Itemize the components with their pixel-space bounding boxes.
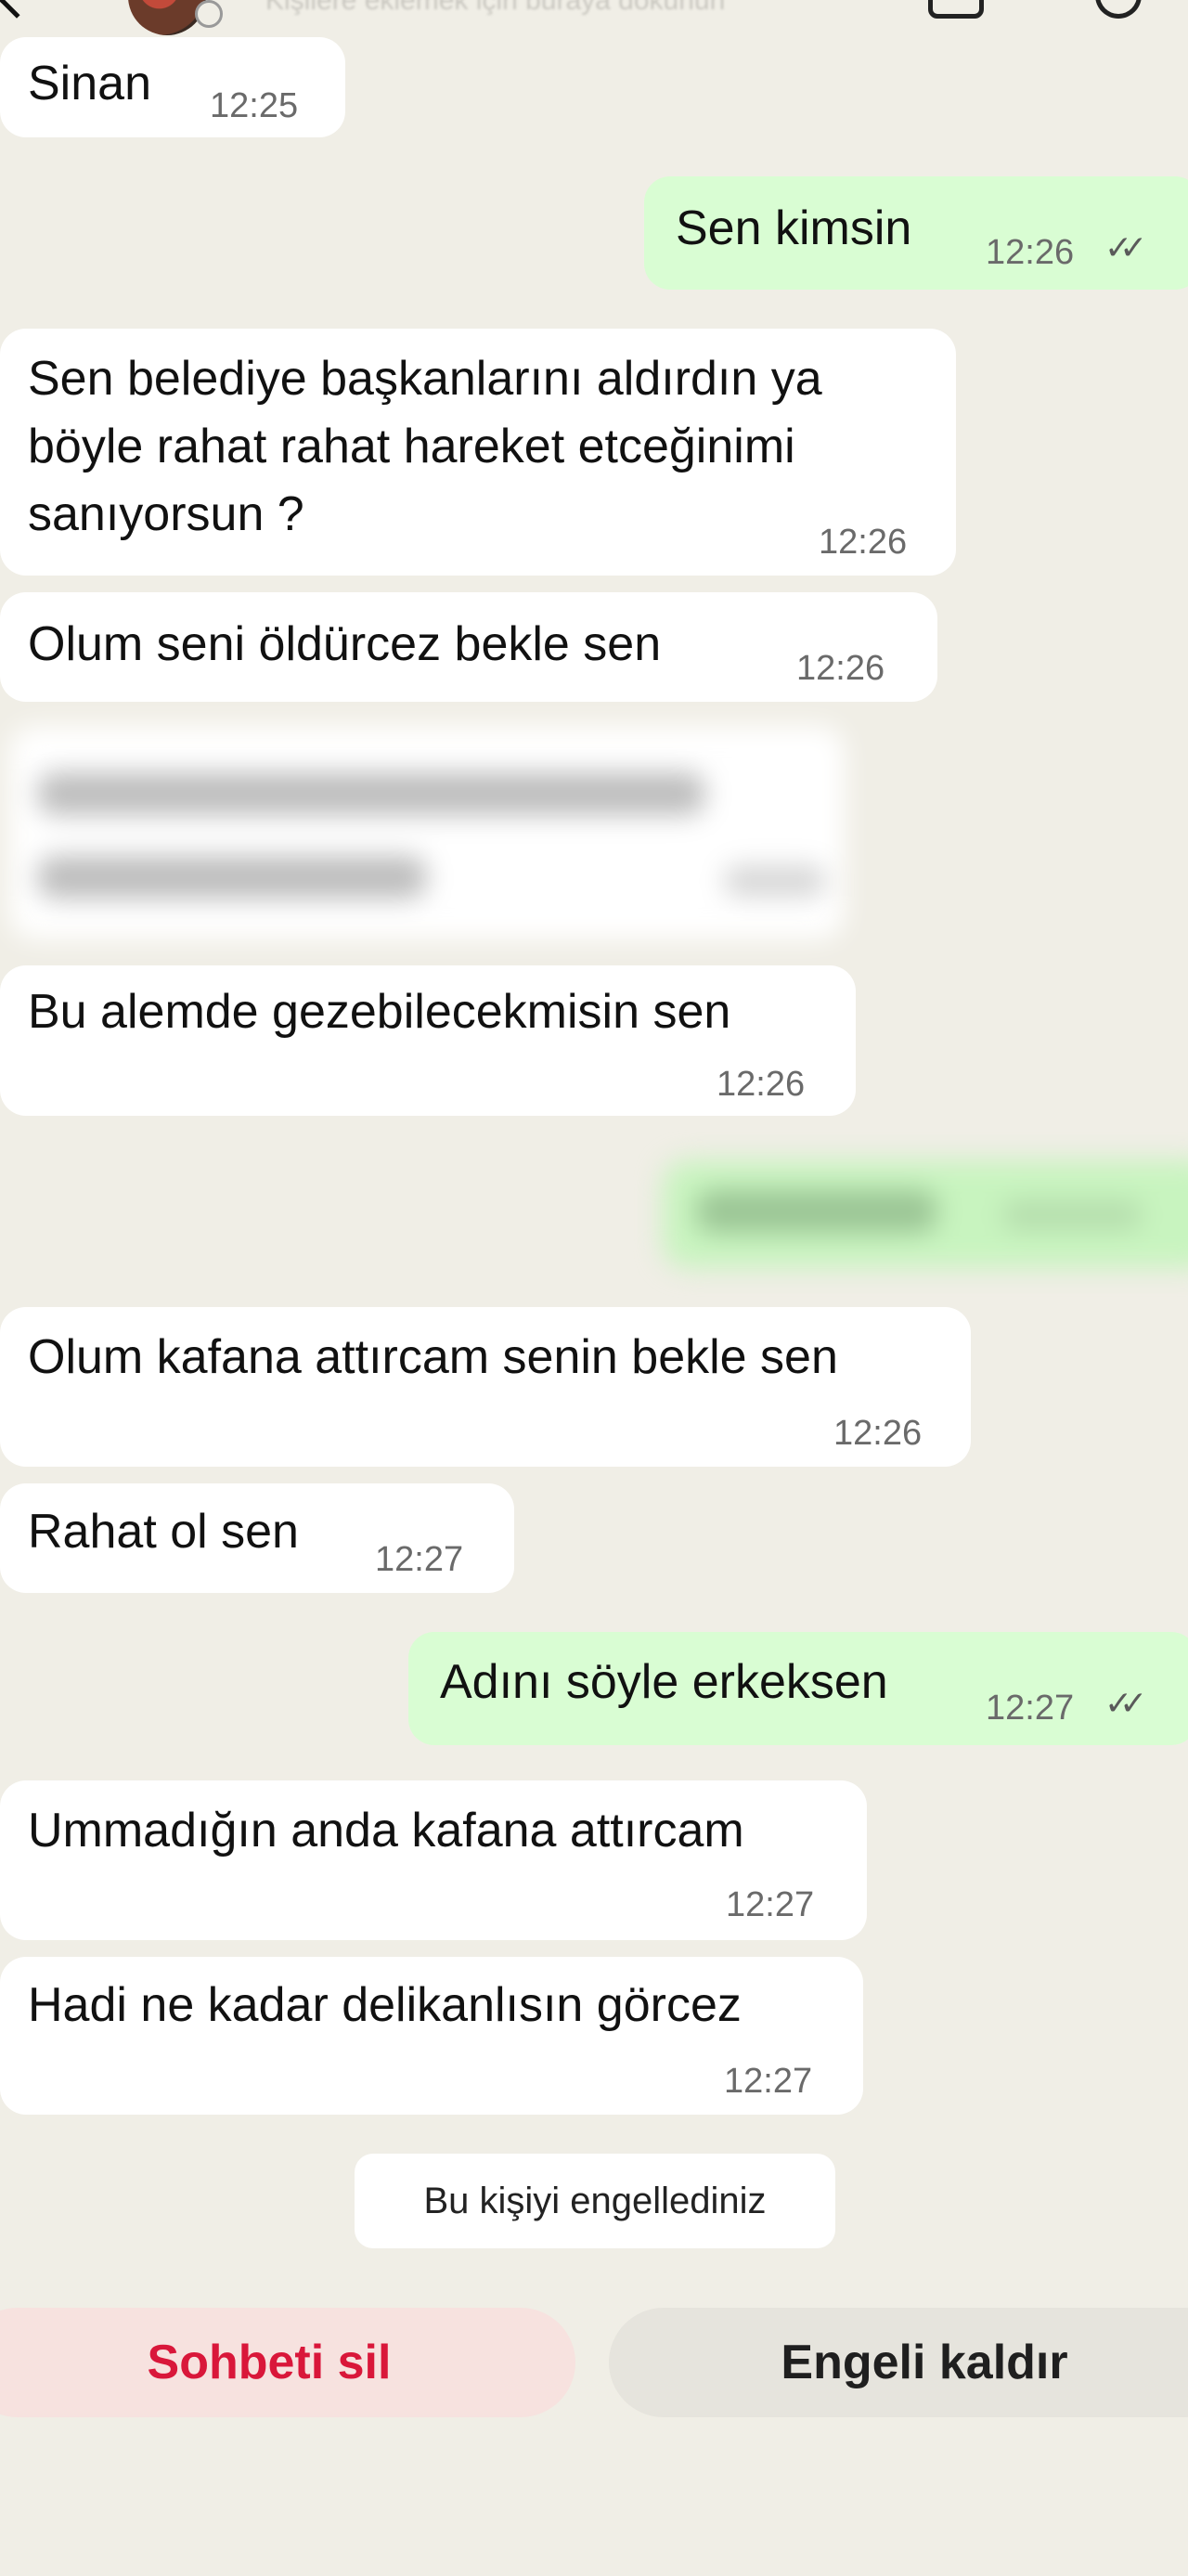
disappearing-timer-icon [195,0,223,28]
message-text: Adını söyle erkeksen [440,1655,888,1709]
chat-screen: Kişilere eklemek için buraya dokunun Sin… [0,0,1188,2576]
chevron-left-icon[interactable] [0,0,35,19]
message-bubble-incoming[interactable]: Hadi ne kadar delikanlısın görcez 12:27 [0,1957,863,2115]
message-bubble-incoming[interactable]: Olum seni öldürcez bekle sen 12:26 [0,592,937,702]
message-time: 12:27 [986,1689,1075,1728]
message-bubble-incoming[interactable]: Sen belediye başkanlarını aldırdın ya bö… [0,329,956,576]
double-check-icon: ✓✓ [1104,228,1147,266]
avatar[interactable] [128,0,206,35]
message-text: sanıyorsun ? [28,487,304,541]
message-text: Bu alemde gezebilecekmisin sen [28,985,731,1039]
message-time: 12:26 [833,1414,923,1453]
message-text: Hadi ne kadar delikanlısın görcez [28,1978,742,2032]
message-time: 12:26 [717,1065,806,1104]
delete-chat-button[interactable]: Sohbeti sil [0,2308,575,2417]
message-time: 12:26 [796,649,885,688]
message-bubble-incoming[interactable]: Ummadığın anda kafana attırcam 12:27 [0,1780,867,1940]
message-time: 12:27 [724,2062,813,2101]
message-text: böyle rahat rahat hareket etceğinimi [28,420,795,473]
message-text: Sen belediye başkanlarını aldırdın ya [28,352,822,406]
double-check-icon: ✓✓ [1104,1684,1147,1722]
message-time: 12:26 [819,523,908,562]
message-text: Ummadığın anda kafana attırcam [28,1804,744,1858]
video-call-icon[interactable] [928,0,984,19]
message-text: Sinan [28,57,151,110]
message-time: 12:26 [986,233,1075,272]
message-bubble-outgoing[interactable]: Sen kimsin 12:26 ✓✓ [644,176,1188,290]
message-time: 12:27 [726,1885,815,1924]
message-text: Sen kimsin [676,201,912,255]
header-subtitle[interactable]: Kişilere eklemek için buraya dokunun [265,0,725,17]
blocked-notice: Bu kişiyi engellediniz [355,2154,835,2248]
message-time: 12:27 [375,1540,464,1579]
message-bubble-incoming[interactable]: Olum kafana attırcam senin bekle sen 12:… [0,1307,971,1467]
chat-header: Kişilere eklemek için buraya dokunun [0,0,1188,35]
message-bubble-outgoing[interactable]: Adını söyle erkeksen 12:27 ✓✓ [408,1632,1188,1745]
message-text: Rahat ol sen [28,1505,299,1559]
message-text: Olum kafana attırcam senin bekle sen [28,1330,838,1384]
blurred-message [650,1149,1188,1279]
blurred-message [0,717,872,949]
message-text: Olum seni öldürcez bekle sen [28,617,662,671]
message-bubble-incoming[interactable]: Rahat ol sen 12:27 [0,1483,514,1593]
message-time: 12:25 [210,86,299,125]
phone-icon[interactable] [1095,0,1142,19]
unblock-button[interactable]: Engeli kaldır [609,2308,1188,2417]
message-bubble-incoming[interactable]: Bu alemde gezebilecekmisin sen 12:26 [0,965,856,1116]
message-bubble-incoming[interactable]: Sinan 12:25 [0,37,345,137]
